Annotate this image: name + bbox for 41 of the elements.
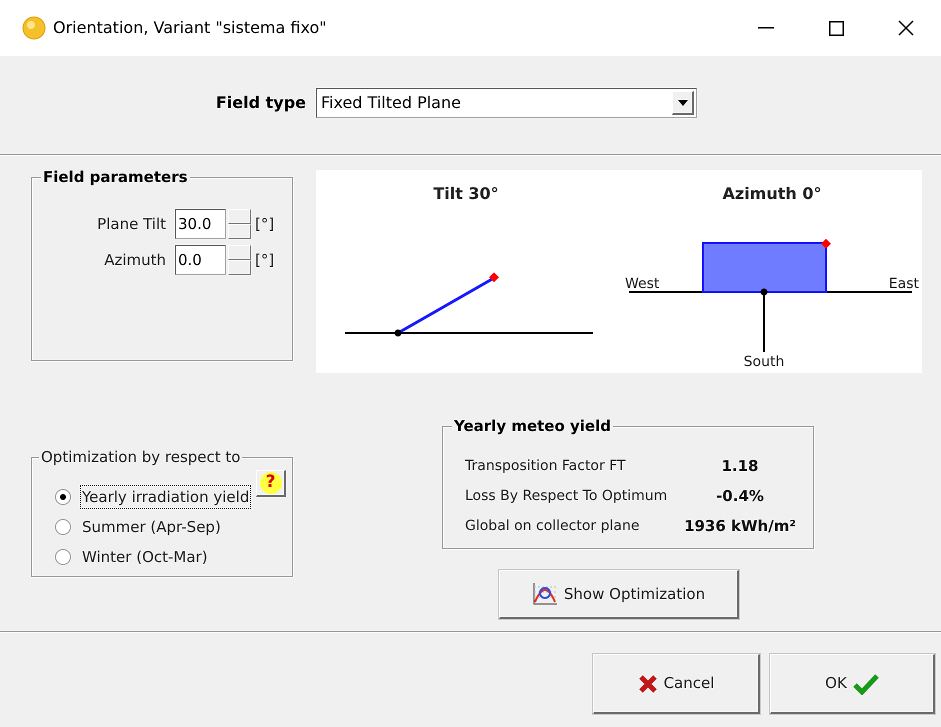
metric-value: -0.4% <box>716 486 764 504</box>
option-label[interactable]: Summer (Apr-Sep) <box>80 514 223 540</box>
east-label: East <box>888 276 919 292</box>
metric-label: Global on collector plane <box>465 518 640 534</box>
azimuth-title: Azimuth 0° <box>722 184 822 203</box>
radio-button[interactable] <box>55 549 71 565</box>
field-label: Plane Tilt <box>97 214 166 233</box>
help-button[interactable]: ? <box>256 470 286 497</box>
number-field[interactable]: 0.0 <box>175 245 226 275</box>
spin-control[interactable] <box>228 245 251 275</box>
chart-icon <box>532 582 558 606</box>
field-type-dropdown[interactable]: Fixed Tilted Plane <box>316 88 697 118</box>
west-label: West <box>625 276 660 292</box>
checkmark-icon <box>852 672 879 694</box>
option-label[interactable]: Yearly irradiation yield <box>80 484 252 510</box>
field-type-label: Field type <box>216 93 306 112</box>
metric-value: 1.18 <box>721 456 758 474</box>
radio-button[interactable] <box>55 489 71 505</box>
unit-label: [°] <box>255 250 274 271</box>
dropdown-button[interactable] <box>672 91 694 115</box>
tilt-title: Tilt 30° <box>433 184 499 203</box>
cancel-button[interactable]: Cancel <box>593 654 760 714</box>
cross-icon <box>638 674 658 694</box>
radio-button[interactable] <box>55 519 71 535</box>
option-label[interactable]: Winter (Oct-Mar) <box>80 544 210 570</box>
south-label: South <box>744 354 784 370</box>
close-icon <box>898 20 914 36</box>
minimize-icon <box>758 27 774 29</box>
show-optimization-button[interactable]: Show Optimization <box>499 570 739 619</box>
spin-control[interactable] <box>228 209 251 239</box>
maximize-icon <box>828 20 844 36</box>
number-field[interactable]: 30.0 <box>175 209 226 239</box>
metric-label: Transposition Factor FT <box>465 458 626 474</box>
metric-label: Loss By Respect To Optimum <box>465 488 668 504</box>
field-label: Azimuth <box>104 250 166 269</box>
metric-value: 1936 kWh/m² <box>684 516 796 534</box>
caret-icon <box>678 100 688 106</box>
window-title: Orientation, Variant "sistema fixo" <box>53 17 327 39</box>
app-icon <box>22 16 46 40</box>
unit-label: [°] <box>255 214 274 235</box>
ok-button[interactable]: OK <box>770 654 935 714</box>
